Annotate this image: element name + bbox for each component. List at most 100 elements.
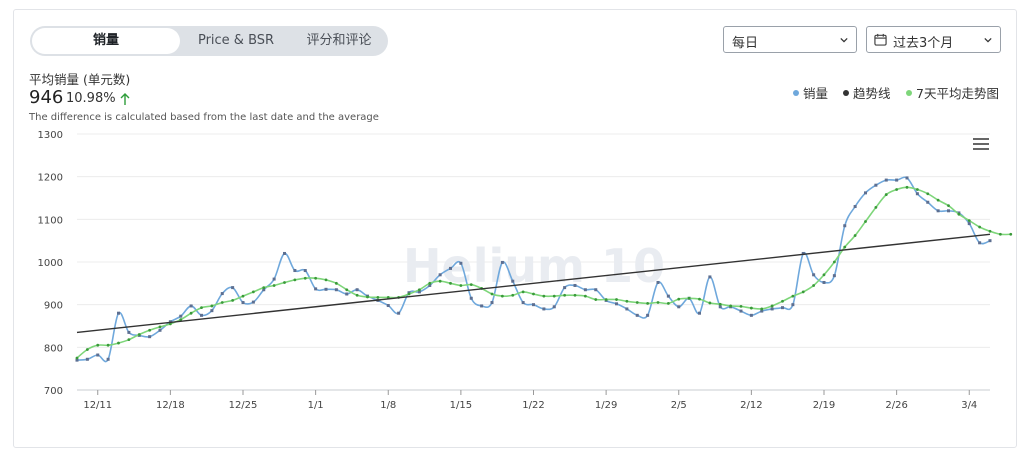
- sales-point: [96, 353, 100, 357]
- avg7-point: [469, 283, 473, 287]
- avg7-point: [677, 297, 681, 301]
- sales-point: [698, 311, 701, 315]
- avg7-point: [117, 341, 120, 345]
- avg7-point: [563, 293, 567, 297]
- sales-point: [822, 280, 826, 284]
- avg7-point: [936, 198, 940, 202]
- sales-point: [988, 239, 992, 243]
- sales-point: [739, 309, 743, 313]
- avg7-point: [957, 212, 961, 216]
- sales-point: [334, 288, 338, 292]
- avg7-point: [532, 292, 535, 296]
- x-tick-label: 2/5: [671, 400, 687, 411]
- sales-point: [345, 292, 349, 296]
- sales-point: [594, 288, 598, 292]
- sales-point: [231, 286, 235, 290]
- avg7-point: [438, 279, 442, 283]
- avg7-point: [137, 333, 141, 336]
- sales-point: [770, 307, 774, 311]
- sales-point: [480, 304, 484, 308]
- sales-point: [220, 292, 224, 296]
- sales-point: [646, 313, 650, 317]
- sales-point: [241, 301, 245, 305]
- sales-point: [179, 314, 183, 318]
- avg7-point: [407, 292, 411, 296]
- avg7-point: [521, 290, 525, 294]
- avg7-point: [998, 232, 1002, 236]
- avg7-point: [978, 225, 982, 229]
- sales-point: [500, 260, 504, 264]
- sales-point: [438, 273, 442, 277]
- avg7-point: [189, 311, 193, 315]
- y-tick-label: 1200: [38, 173, 63, 184]
- avg7-point: [200, 306, 203, 310]
- avg7-point: [791, 294, 795, 298]
- avg7-point: [428, 281, 432, 285]
- sales-point: [926, 200, 930, 204]
- avg7-point: [449, 281, 452, 285]
- x-tick-label: 12/25: [229, 400, 258, 411]
- x-tick-label: 1/15: [450, 400, 472, 411]
- sales-point: [189, 304, 193, 308]
- x-tick-label: 1/22: [522, 400, 544, 411]
- sales-point: [490, 301, 494, 305]
- avg7-point: [915, 188, 919, 191]
- avg7-point: [283, 281, 286, 284]
- avg7-point: [324, 278, 328, 282]
- sales-point: [521, 301, 525, 305]
- x-tick-label: 2/12: [740, 400, 762, 411]
- chart-menu-icon[interactable]: [973, 138, 989, 152]
- avg7-point: [231, 299, 235, 302]
- sales-point: [978, 241, 982, 245]
- sales-point: [148, 335, 152, 339]
- y-tick-label: 1000: [38, 258, 63, 269]
- sales-point: [210, 309, 214, 313]
- x-tick-label: 12/18: [156, 400, 185, 411]
- sales-point: [656, 280, 660, 284]
- avg7-point: [459, 284, 463, 287]
- sales-point: [615, 302, 618, 306]
- avg7-point: [262, 286, 266, 289]
- sales-point: [552, 305, 556, 309]
- sales-point: [272, 277, 276, 281]
- avg7-point: [366, 295, 369, 299]
- sales-point: [117, 311, 120, 315]
- y-tick-label: 700: [44, 386, 63, 397]
- avg7-point: [96, 343, 100, 347]
- avg7-point: [729, 304, 733, 308]
- avg7-point: [926, 192, 930, 196]
- avg7-point: [635, 301, 639, 304]
- sales-point: [106, 357, 110, 361]
- sales-point: [967, 222, 971, 226]
- sales-point: [905, 176, 909, 180]
- avg7-point: [158, 325, 162, 329]
- sales-point: [853, 205, 857, 209]
- avg7-point: [864, 220, 867, 223]
- sales-point: [791, 303, 795, 307]
- avg7-point: [812, 284, 816, 287]
- avg7-point: [210, 304, 214, 308]
- y-tick-label: 1100: [38, 215, 63, 226]
- avg7-point: [1009, 232, 1013, 236]
- avg7-point: [376, 296, 380, 299]
- sales-point: [449, 266, 452, 270]
- avg7-point: [511, 293, 515, 297]
- y-tick-label: 800: [44, 343, 63, 354]
- sales-point: [459, 261, 463, 265]
- avg7-point: [687, 296, 691, 300]
- y-tick-label: 1300: [38, 130, 63, 141]
- avg7-point: [615, 298, 618, 301]
- sales-point: [283, 251, 286, 255]
- avg7-point: [801, 290, 805, 294]
- sales-point: [542, 307, 546, 311]
- avg7-point: [490, 292, 494, 296]
- avg7-point: [905, 185, 909, 189]
- avg7-point: [417, 288, 421, 292]
- y-tick-label: 900: [44, 301, 63, 312]
- avg7-point: [303, 276, 307, 280]
- avg7-point: [85, 348, 89, 351]
- sales-point: [895, 178, 899, 182]
- sales-point: [781, 306, 784, 310]
- sales-point: [397, 311, 401, 315]
- sales-point: [947, 209, 950, 213]
